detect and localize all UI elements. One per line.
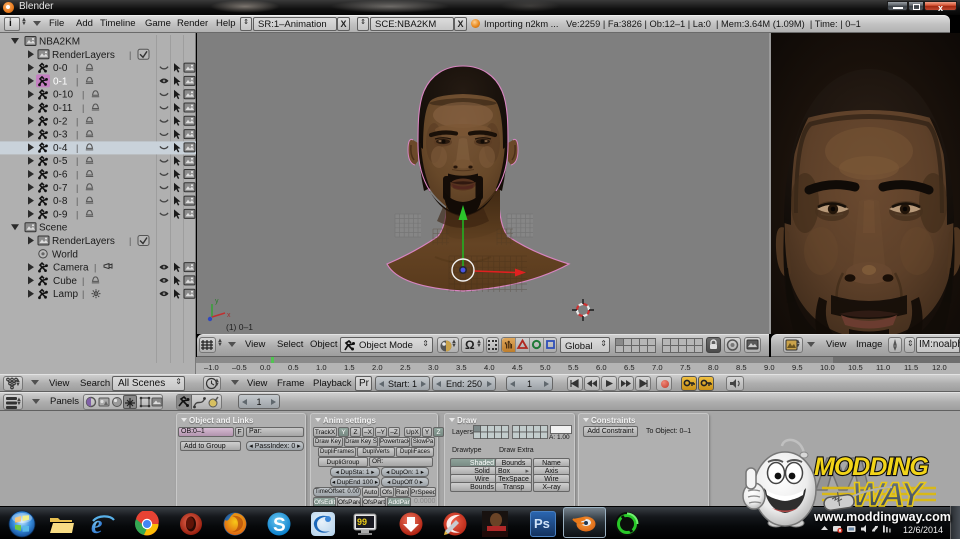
svg-text:x: x [227,312,231,319]
svg-text:Camera: Camera [53,263,89,274]
svg-text:|: | [129,236,131,246]
svg-text:0-1: 0-1 [53,76,68,87]
svg-text:0-8: 0-8 [53,196,68,207]
svg-text:RenderLayers: RenderLayers [52,50,115,61]
svg-text:0-2: 0-2 [53,116,68,127]
svg-text:0-0: 0-0 [53,63,68,74]
svg-text:|: | [82,289,84,299]
svg-text:|: | [82,276,84,286]
svg-text:99: 99 [357,517,367,527]
svg-text:|: | [76,183,78,193]
svg-text:|: | [76,156,78,166]
svg-text:0-4: 0-4 [53,143,68,154]
svg-text:|: | [76,209,78,219]
svg-text:|: | [82,90,84,100]
svg-text:0-5: 0-5 [53,156,68,167]
svg-text:e: e [91,511,103,537]
svg-text:World: World [52,249,78,260]
svg-text:|: | [76,63,78,73]
svg-text:|: | [94,263,96,273]
svg-text:0-7: 0-7 [53,183,68,194]
svg-text:|: | [76,130,78,140]
svg-text:0-10: 0-10 [53,90,73,101]
svg-text:WAY: WAY [852,476,926,514]
svg-text:0-3: 0-3 [53,130,68,141]
svg-text:(1) 0–1: (1) 0–1 [226,322,253,332]
svg-text:S: S [273,515,286,536]
svg-text:|: | [76,76,78,86]
svg-text:0-9: 0-9 [53,209,68,220]
svg-text:|: | [76,196,78,206]
svg-text:|: | [82,103,84,113]
svg-text:y: y [215,298,219,305]
svg-text:|: | [129,50,131,60]
svg-text:NBA2KM: NBA2KM [39,37,80,48]
svg-text:Cube: Cube [53,276,77,287]
svg-text:|: | [76,170,78,180]
svg-text:0-11: 0-11 [53,103,73,114]
svg-text:0-6: 0-6 [53,170,68,181]
svg-text:|: | [76,143,78,153]
svg-text:|: | [76,116,78,126]
svg-text:Scene: Scene [39,223,68,234]
svg-text:RenderLayers: RenderLayers [52,236,115,247]
svg-text:Lamp: Lamp [53,289,78,300]
svg-text:MODDING: MODDING [814,453,928,481]
